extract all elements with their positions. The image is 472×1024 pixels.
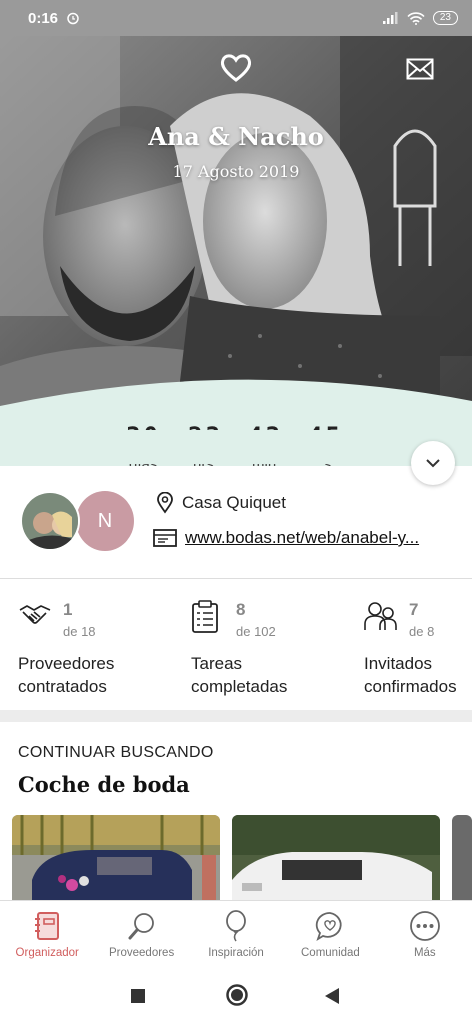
nav-label: Organizador xyxy=(15,947,79,959)
location-pin-icon xyxy=(157,492,173,514)
signal-icon xyxy=(382,12,398,24)
nav-proveedores[interactable]: Proveedores xyxy=(94,901,188,968)
continue-title: Coche de boda xyxy=(18,772,190,797)
chevron-down-icon xyxy=(426,459,440,468)
couple-hero: Ana & Nacho 17 Agosto 2019 30 23 : 43 : … xyxy=(0,36,472,466)
chat-heart-icon xyxy=(316,912,342,942)
nav-organizador[interactable]: Organizador xyxy=(0,901,94,968)
balloon-icon xyxy=(226,910,246,942)
stat-label: Proveedores contratados xyxy=(18,654,115,696)
stat-providers[interactable]: 1 de 18 Proveedores contratados xyxy=(18,598,168,698)
stat-label: Tareas completadas xyxy=(191,654,288,696)
continue-eyebrow: CONTINUAR BUSCANDO xyxy=(18,744,214,761)
wedding-date: 17 Agosto 2019 xyxy=(172,162,300,181)
back-button[interactable] xyxy=(324,987,340,1005)
nav-label: Más xyxy=(413,947,436,959)
divider xyxy=(0,578,472,579)
expand-button[interactable] xyxy=(411,441,455,485)
section-divider xyxy=(0,710,472,722)
stat-total: de 8 xyxy=(409,624,435,639)
nav-label: Proveedores xyxy=(109,947,175,959)
guests-icon xyxy=(364,602,397,630)
car-card-image xyxy=(12,815,220,905)
nav-label: Inspiración xyxy=(208,947,264,959)
nav-mas[interactable]: Más xyxy=(378,901,472,968)
nav-inspiracion[interactable]: Inspiración xyxy=(189,901,283,968)
car-card-image xyxy=(452,815,472,905)
recents-button[interactable] xyxy=(130,988,146,1004)
venue-name: Casa Quiquet xyxy=(182,493,286,512)
more-icon xyxy=(409,911,440,941)
clipboard-icon xyxy=(192,600,218,633)
partner-avatar[interactable]: N xyxy=(76,491,134,551)
stat-value: 8 xyxy=(236,600,246,619)
couple-avatar[interactable] xyxy=(20,491,80,551)
nav-comunidad[interactable]: Comunidad xyxy=(283,901,377,968)
car-card-image xyxy=(232,815,440,905)
battery-level: 23 xyxy=(432,11,458,25)
stat-total: de 18 xyxy=(63,624,96,639)
car-card[interactable] xyxy=(452,815,472,905)
car-card[interactable] xyxy=(232,815,440,905)
home-button[interactable] xyxy=(225,983,249,1007)
stat-tasks[interactable]: 8 de 102 Tareas completadas xyxy=(191,598,351,698)
stat-value: 7 xyxy=(409,600,419,619)
website-link[interactable]: www.bodas.net/web/anabel-y... xyxy=(185,528,447,548)
magnifier-icon xyxy=(128,913,154,940)
browser-icon xyxy=(153,529,177,547)
bottom-nav: Organizador Proveedores Inspiración Comu… xyxy=(0,900,472,968)
car-card[interactable] xyxy=(12,815,220,905)
stat-label: Invitados confirmados xyxy=(364,654,457,696)
nav-label: Comunidad xyxy=(301,947,360,959)
mail-button[interactable] xyxy=(406,58,434,80)
alarm-icon xyxy=(67,12,79,25)
couple-avatar-image xyxy=(22,493,78,549)
stat-total: de 102 xyxy=(236,624,276,639)
heart-logo-icon xyxy=(220,54,252,82)
stat-guests[interactable]: 7 de 8 Invitados confirmados xyxy=(364,598,472,698)
system-nav-bar xyxy=(0,968,472,1024)
website-row: www.bodas.net/web/anabel-y... xyxy=(153,528,453,548)
wifi-icon xyxy=(407,11,425,25)
notebook-icon xyxy=(35,912,60,940)
stat-value: 1 xyxy=(63,600,73,619)
status-time: 0:16 xyxy=(28,9,59,27)
couple-names: Ana & Nacho xyxy=(148,122,324,151)
handshake-icon xyxy=(19,605,51,624)
venue-row: Casa Quiquet xyxy=(156,492,286,514)
partner-initial: N xyxy=(97,509,113,532)
status-bar: 0:16 23 xyxy=(0,0,472,36)
countdown-band xyxy=(0,430,472,464)
